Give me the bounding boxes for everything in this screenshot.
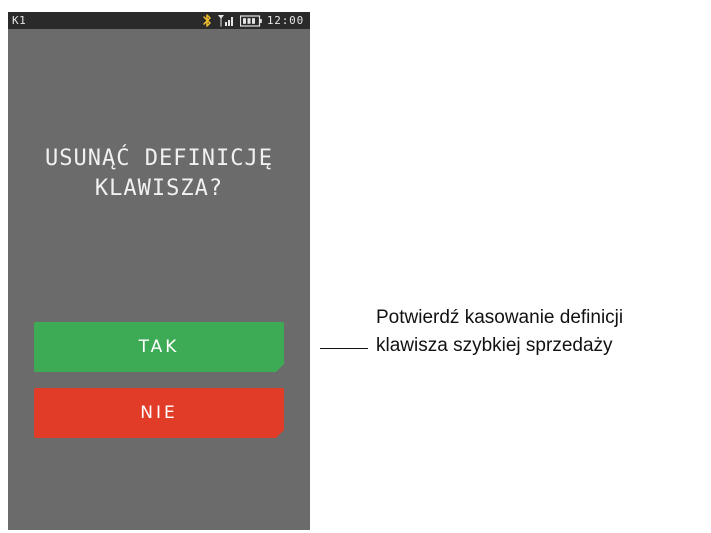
- annotation-line-1: Potwierdź kasowanie definicji: [376, 307, 624, 328]
- status-icons: 12:00: [202, 12, 304, 29]
- battery-icon: [239, 14, 262, 27]
- confirmation-prompt: USUNĄĆ DEFINICJĘ KLAWISZA?: [8, 144, 310, 204]
- terminal-screen: K1 12:00 USUNĄĆ DEFINICJĘ KLAWISZA? TAK …: [8, 12, 310, 530]
- signal-icon: [217, 14, 235, 27]
- annotation-leader-line: [320, 348, 368, 349]
- prompt-line-1: USUNĄĆ DEFINICJĘ: [45, 146, 273, 171]
- clock: 12:00: [266, 14, 304, 27]
- bluetooth-icon: [202, 14, 212, 27]
- no-button[interactable]: NIE: [34, 388, 284, 438]
- keyboard-mode-label: K1: [12, 14, 27, 27]
- status-bar: K1 12:00: [8, 12, 310, 29]
- yes-button[interactable]: TAK: [34, 322, 284, 372]
- prompt-line-2: KLAWISZA?: [94, 176, 224, 201]
- annotation-line-2: klawisza szybkiej sprzedaży: [376, 335, 613, 356]
- annotation-text: Potwierdź kasowanie definicji klawisza s…: [376, 304, 706, 360]
